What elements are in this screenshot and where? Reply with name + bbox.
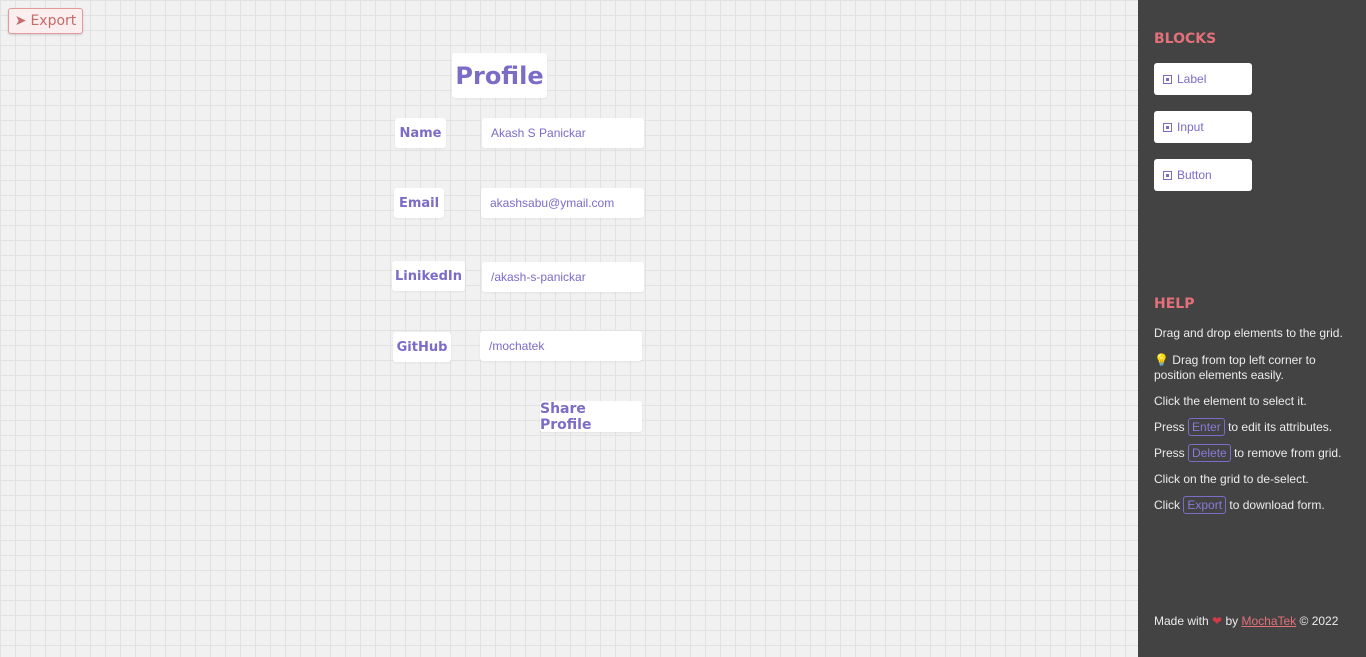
help-delete-text: to remove from grid.: [1234, 446, 1342, 460]
github-label[interactable]: GitHub: [393, 332, 451, 362]
help-deselect: Click on the grid to de-select.: [1154, 472, 1309, 486]
lightbulb-icon: 💡: [1154, 353, 1169, 367]
footer-copyright: © 2022: [1299, 614, 1339, 628]
help-tip-text: Drag from top left corner to position el…: [1154, 353, 1316, 382]
footer-by: by: [1225, 614, 1239, 628]
email-input[interactable]: akashsabu@ymail.com: [481, 188, 644, 218]
help-tip: 💡 Drag from top left corner to position …: [1154, 353, 1354, 383]
block-input[interactable]: Input: [1154, 111, 1252, 143]
help-delete: Press Delete to remove from grid.: [1154, 444, 1354, 462]
help-enter: Press Enter to edit its attributes.: [1154, 418, 1354, 436]
block-label[interactable]: Label: [1154, 63, 1252, 95]
help-export-text: to download form.: [1229, 498, 1325, 512]
help-enter-text: to edit its attributes.: [1228, 420, 1333, 434]
block-button-text: Button: [1177, 168, 1212, 182]
delete-key: Delete: [1188, 444, 1231, 462]
heart-icon: ❤: [1212, 614, 1223, 628]
block-icon: [1163, 170, 1172, 180]
block-icon: [1163, 122, 1172, 132]
help-press-text: Press: [1154, 446, 1185, 460]
author-link[interactable]: MochaTek: [1241, 614, 1296, 628]
footer: Made with ❤ by MochaTek © 2022: [1154, 614, 1364, 629]
block-icon: [1163, 74, 1172, 84]
export-button-label: Export: [30, 13, 77, 29]
form-grid-canvas[interactable]: ➤ Export Profile Name Akash S Panickar E…: [0, 0, 1138, 657]
block-input-text: Input: [1177, 120, 1204, 134]
block-button[interactable]: Button: [1154, 159, 1252, 191]
share-profile-button[interactable]: Share Profile: [540, 401, 642, 433]
linkedin-input[interactable]: /akash-s-panickar: [482, 262, 644, 292]
name-label[interactable]: Name: [395, 118, 446, 148]
send-arrow-icon: ➤: [14, 13, 27, 29]
form-title-label[interactable]: Profile: [452, 53, 547, 98]
github-input[interactable]: /mochatek: [480, 331, 642, 361]
help-drag-drop: Drag and drop elements to the grid.: [1154, 326, 1343, 340]
sidebar: BLOCKS Label Input Button HELP Drag and …: [1138, 0, 1366, 657]
export-button[interactable]: ➤ Export: [8, 8, 83, 34]
name-input[interactable]: Akash S Panickar: [482, 118, 644, 148]
help-export: Click Export to download form.: [1154, 496, 1354, 514]
help-press-text: Press: [1154, 420, 1185, 434]
email-label[interactable]: Email: [394, 188, 444, 218]
linkedin-label[interactable]: LinikedIn: [392, 261, 465, 291]
block-label-text: Label: [1177, 72, 1207, 86]
blocks-heading: BLOCKS: [1154, 31, 1217, 47]
help-heading: HELP: [1154, 296, 1195, 312]
footer-made-with: Made with: [1154, 614, 1209, 628]
enter-key: Enter: [1188, 418, 1225, 436]
help-click-text: Click: [1154, 498, 1180, 512]
export-key: Export: [1183, 496, 1227, 514]
help-select: Click the element to select it.: [1154, 394, 1307, 408]
